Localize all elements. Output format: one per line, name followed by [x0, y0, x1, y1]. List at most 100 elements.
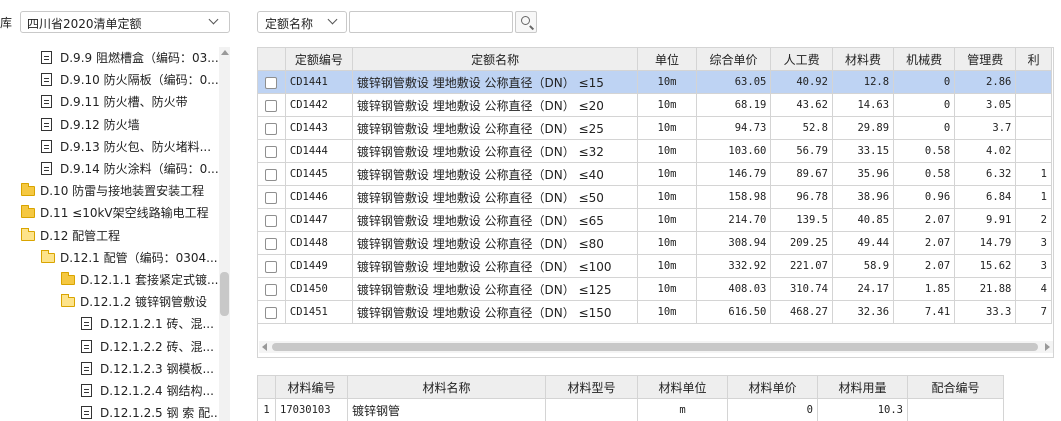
tree-scrollbar-thumb[interactable]: [220, 272, 229, 316]
row-checkbox[interactable]: [265, 214, 278, 227]
search-field-select[interactable]: 定额名称: [257, 11, 347, 33]
column-header[interactable]: 机械费: [893, 48, 956, 71]
table-row[interactable]: CD1447 镀锌钢管敷设 埋地敷设 公称直径（DN） ≤65 10m 214.70 1…: [258, 208, 1052, 232]
table-cell: 40.92: [770, 70, 833, 94]
column-header[interactable]: 材料型号: [545, 375, 638, 399]
table-cell: 43.62: [770, 93, 833, 117]
row-checkbox[interactable]: [265, 237, 278, 250]
folder-icon: [21, 183, 35, 197]
table-row[interactable]: CD1448 镀锌钢管敷设 埋地敷设 公称直径（DN） ≤80 10m 308.94 2…: [258, 231, 1052, 255]
table-cell: 3.7: [954, 116, 1017, 140]
table-cell: 33.3: [954, 300, 1017, 324]
column-header[interactable]: 利: [1015, 48, 1052, 71]
table-row[interactable]: CD1449 镀锌钢管敷设 埋地敷设 公称直径（DN） ≤100 10m 332.92…: [258, 254, 1052, 278]
row-checkbox[interactable]: [265, 191, 278, 204]
table-cell: 镀锌钢管敷设 埋地敷设 公称直径（DN） ≤32: [351, 139, 639, 163]
column-header[interactable]: 材料编号: [275, 375, 348, 399]
table-row[interactable]: 1 17030103 镀锌钢管 m 0 10.3: [257, 398, 1004, 421]
folder-open-icon: [21, 227, 35, 241]
column-header[interactable]: 材料名称: [347, 375, 546, 399]
document-icon: [81, 361, 92, 375]
scroll-left-arrow-icon[interactable]: [262, 343, 267, 351]
table-row[interactable]: CD1444 镀锌钢管敷设 埋地敷设 公称直径（DN） ≤32 10m 103.60 5…: [258, 139, 1052, 163]
folder-icon: [61, 272, 75, 285]
column-header[interactable]: 单位: [637, 48, 697, 71]
row-checkbox[interactable]: [265, 168, 278, 181]
material-table-header: 材料编号 材料名称 材料型号 材料单位 材料单价 材料用量 配合编号: [257, 375, 1004, 399]
row-checkbox[interactable]: [265, 76, 278, 89]
table-cell: 10m: [637, 93, 697, 117]
row-checkbox[interactable]: [265, 306, 278, 319]
table-cell: 12.8: [831, 70, 895, 94]
library-select[interactable]: 四川省2020清单定额: [20, 11, 230, 33]
table-cell: 96.78: [770, 185, 833, 209]
header-checkbox-cell: [258, 48, 286, 71]
horizontal-scrollbar-thumb[interactable]: [272, 343, 1038, 351]
table-cell: 6.84: [954, 185, 1017, 209]
table-cell: 2: [1015, 208, 1052, 232]
row-checkbox[interactable]: [265, 122, 278, 135]
table-cell: 214.70: [695, 208, 772, 232]
scroll-right-arrow-icon[interactable]: [1045, 343, 1050, 351]
table-cell: 0: [727, 398, 818, 421]
table-row[interactable]: CD1445 镀锌钢管敷设 埋地敷设 公称直径（DN） ≤40 10m 146.79 8…: [258, 162, 1052, 186]
column-header[interactable]: 材料用量: [817, 375, 908, 399]
tree-scrollbar[interactable]: [219, 47, 230, 421]
column-header[interactable]: 材料费: [831, 48, 895, 71]
table-row[interactable]: CD1441 镀锌钢管敷设 埋地敷设 公称直径（DN） ≤15 10m 63.05 40…: [258, 70, 1052, 94]
document-icon: [81, 317, 92, 331]
table-cell: 镀锌钢管敷设 埋地敷设 公称直径（DN） ≤20: [351, 93, 639, 117]
row-checkbox[interactable]: [265, 283, 278, 296]
table-cell: CD1443: [284, 116, 353, 140]
row-number-header: [257, 375, 276, 399]
table-cell: 17030103: [275, 398, 348, 421]
search-icon: [521, 16, 530, 25]
table-cell: 10.3: [817, 398, 908, 421]
table-row[interactable]: CD1442 镀锌钢管敷设 埋地敷设 公称直径（DN） ≤20 10m 68.19 43…: [258, 93, 1052, 117]
table-cell: CD1445: [284, 162, 353, 186]
material-table-panel: 材料编号 材料名称 材料型号 材料单位 材料单价 材料用量 配合编号 1 1703…: [257, 375, 1054, 421]
horizontal-scrollbar[interactable]: [259, 341, 1053, 353]
row-checkbox-cell: [258, 162, 286, 186]
table-cell: 镀锌钢管敷设 埋地敷设 公称直径（DN） ≤125: [351, 277, 639, 301]
table-cell: 镀锌钢管敷设 埋地敷设 公称直径（DN） ≤150: [351, 300, 639, 324]
table-cell: 镀锌钢管敷设 埋地敷设 公称直径（DN） ≤15: [351, 70, 639, 94]
table-row[interactable]: CD1451 镀锌钢管敷设 埋地敷设 公称直径（DN） ≤150 10m 616.50…: [258, 300, 1052, 324]
column-header[interactable]: 材料单价: [727, 375, 818, 399]
column-header[interactable]: 材料单位: [637, 375, 728, 399]
tree-node-label: D.12.1.2.3 钢模板...: [100, 361, 214, 376]
table-cell: 2.07: [893, 208, 956, 232]
tree-node-label: D.9.9 阻燃槽盒（编码：03...: [60, 51, 218, 65]
catalog-tree: D.9.9 阻燃槽盒（编码：03... D.9.10 防火隔板（编码：0... D.…: [0, 47, 218, 421]
table-cell: 0: [893, 70, 956, 94]
table-cell: 158.98: [695, 185, 772, 209]
table-cell: 镀锌钢管敷设 埋地敷设 公称直径（DN） ≤50: [351, 185, 639, 209]
column-header[interactable]: 综合单价: [695, 48, 772, 71]
tree-node-label: D.12.1.2 镀锌钢管敷设: [80, 295, 208, 310]
scroll-up-arrow-icon[interactable]: [221, 50, 229, 55]
column-header[interactable]: 配合编号: [907, 375, 1004, 399]
table-row[interactable]: CD1446 镀锌钢管敷设 埋地敷设 公称直径（DN） ≤50 10m 158.98 9…: [258, 185, 1052, 209]
column-header[interactable]: 定额名称: [351, 48, 639, 71]
table-cell: 镀锌钢管敷设 埋地敷设 公称直径（DN） ≤80: [351, 231, 639, 255]
table-row[interactable]: CD1443 镀锌钢管敷设 埋地敷设 公称直径（DN） ≤25 10m 94.73 52…: [258, 116, 1052, 140]
table-cell: 3.05: [954, 93, 1017, 117]
document-icon: [41, 95, 52, 109]
table-cell: 镀锌钢管: [347, 398, 546, 421]
chevron-down-icon: [208, 14, 219, 25]
column-header[interactable]: 管理费: [954, 48, 1017, 71]
row-checkbox-cell: [258, 300, 286, 324]
search-button[interactable]: [515, 11, 537, 33]
row-checkbox[interactable]: [265, 99, 278, 112]
table-cell: 14.79: [954, 231, 1017, 255]
table-cell: 14.63: [831, 93, 895, 117]
table-cell: 镀锌钢管敷设 埋地敷设 公称直径（DN） ≤25: [351, 116, 639, 140]
tree-node-label: D.9.11 防火槽、防火带: [60, 95, 188, 110]
table-cell: 468.27: [770, 300, 833, 324]
search-input[interactable]: [349, 11, 513, 33]
row-checkbox[interactable]: [265, 260, 278, 273]
column-header[interactable]: 定额编号: [284, 48, 353, 71]
column-header[interactable]: 人工费: [770, 48, 833, 71]
table-row[interactable]: CD1450 镀锌钢管敷设 埋地敷设 公称直径（DN） ≤125 10m 408.03…: [258, 277, 1052, 301]
row-checkbox[interactable]: [265, 145, 278, 158]
